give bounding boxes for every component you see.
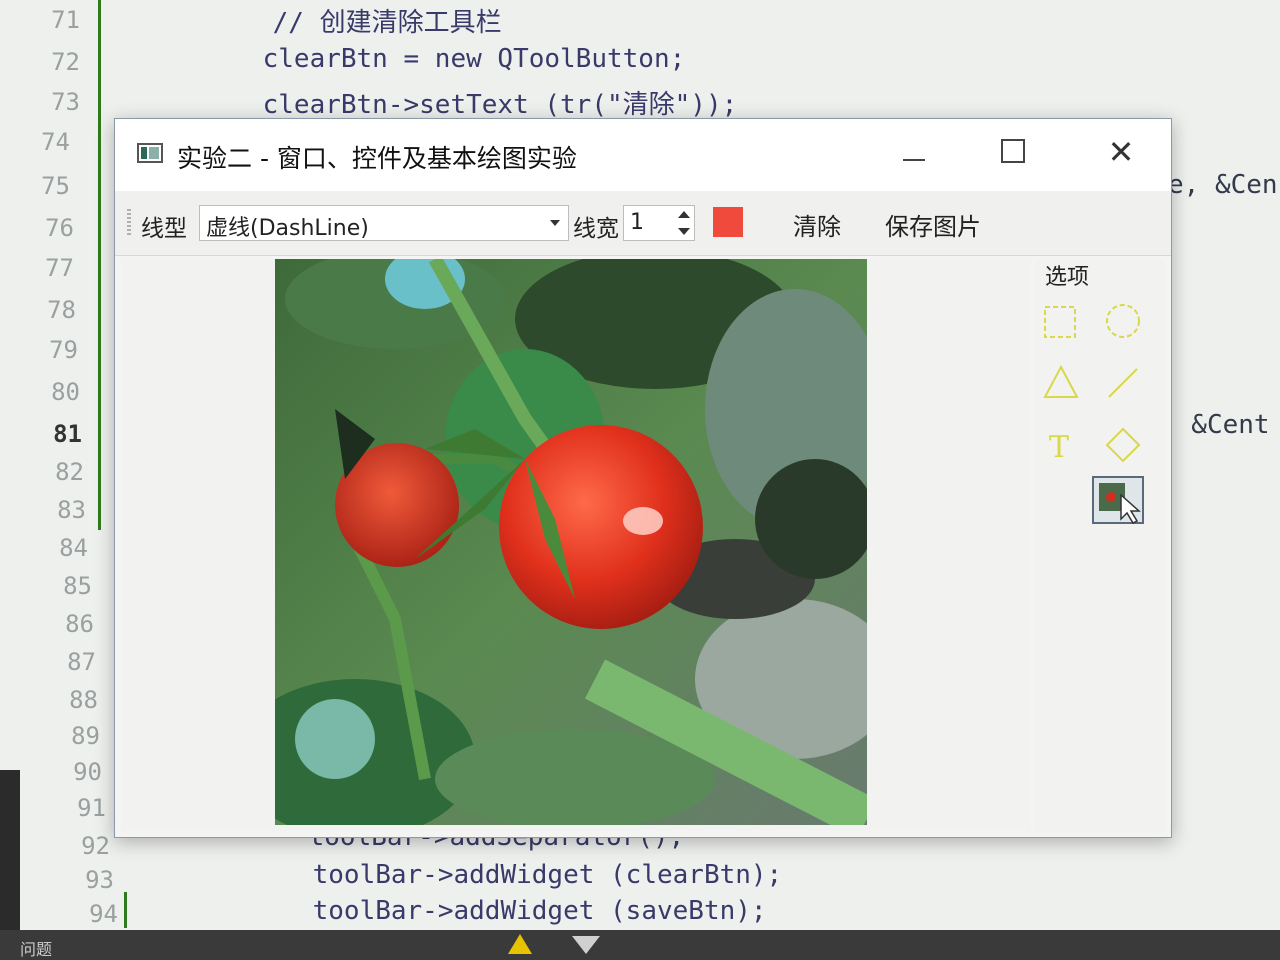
code-line: 93 toolBar->addWidget (clearBtn);	[0, 860, 1280, 896]
toolbar-grip-icon[interactable]	[127, 209, 131, 237]
code-text: clearBtn->setText (tr("清除"));	[200, 90, 738, 120]
line-number: 86	[65, 610, 94, 638]
line-number: 89	[71, 722, 100, 750]
line-number: 75	[41, 172, 70, 200]
triangle-tool-button[interactable]	[1039, 361, 1083, 405]
line-number: 94	[89, 900, 118, 928]
spin-down-icon[interactable]	[678, 228, 690, 235]
code-line: 73 clearBtn->setText (tr("清除"));	[0, 84, 1280, 120]
dock-title: 选项	[1045, 265, 1090, 290]
maximize-button[interactable]	[983, 129, 1043, 175]
line-number: 80	[51, 378, 80, 406]
code-text: // 创建清除工具栏	[210, 8, 502, 38]
line-icon	[1108, 368, 1138, 398]
side-panel-edge	[0, 770, 20, 930]
line-number: 77	[45, 254, 74, 282]
linewidth-spinbox[interactable]: 1	[623, 205, 695, 241]
ellipse-icon	[1106, 304, 1140, 338]
code-line: 72 clearBtn = new QToolButton;	[0, 44, 1280, 80]
spin-up-icon[interactable]	[678, 211, 690, 218]
code-fragment: e, &Cen	[1168, 170, 1278, 200]
warning-icon[interactable]	[508, 934, 532, 954]
rectangle-tool-button[interactable]	[1039, 299, 1083, 343]
line-number: 90	[73, 758, 102, 786]
line-number: 74	[41, 128, 70, 156]
options-dock: 选项 T	[1035, 259, 1165, 833]
minimize-icon	[903, 159, 925, 161]
save-image-button[interactable]: 保存图片	[881, 207, 985, 242]
code-line: 71 // 创建清除工具栏	[0, 2, 1280, 38]
linetype-value: 虚线(DashLine)	[206, 216, 369, 241]
line-number: 72	[51, 48, 80, 76]
line-number: 91	[77, 794, 106, 822]
line-number: 81	[53, 420, 82, 448]
rectangle-icon	[1044, 306, 1076, 338]
tomato-photo	[275, 259, 867, 825]
line-number: 85	[63, 572, 92, 600]
tomato-image	[275, 259, 867, 825]
line-number: 76	[45, 214, 74, 242]
triangle-icon	[1043, 364, 1079, 398]
line-number: 71	[51, 6, 80, 34]
ellipse-tool-button[interactable]	[1101, 299, 1145, 343]
diamond-icon	[1105, 427, 1141, 463]
code-text: toolBar->addWidget (saveBtn);	[250, 896, 767, 926]
line-number: 73	[51, 88, 80, 116]
line-number: 92	[81, 832, 110, 860]
code-line: 94 toolBar->addWidget (saveBtn);	[0, 896, 1280, 932]
image-tool-button[interactable]	[1091, 475, 1147, 527]
toolbar: 线型 虚线(DashLine) 线宽 1 清除 保存图片	[115, 191, 1171, 256]
line-number: 88	[69, 686, 98, 714]
clear-button[interactable]: 清除	[789, 207, 845, 242]
color-button[interactable]	[713, 207, 743, 237]
text-tool-glyph: T	[1049, 430, 1069, 465]
text-icon: T	[1049, 430, 1069, 465]
line-number: 84	[59, 534, 88, 562]
filter-icon[interactable]	[572, 936, 600, 954]
minimize-button[interactable]	[885, 129, 945, 175]
app-icon	[137, 143, 163, 163]
line-number: 93	[85, 866, 114, 894]
code-fragment: , &Cent	[1160, 410, 1270, 440]
chevron-down-icon	[550, 220, 560, 226]
line-tool-button[interactable]	[1101, 361, 1145, 405]
linewidth-label: 线宽	[573, 216, 619, 242]
drawing-canvas[interactable]	[121, 259, 1031, 831]
code-text: clearBtn = new QToolButton;	[200, 44, 686, 74]
line-number: 79	[49, 336, 78, 364]
code-text: toolBar->addWidget (clearBtn);	[250, 860, 783, 890]
line-number: 78	[47, 296, 76, 324]
line-number: 83	[57, 496, 86, 524]
status-text[interactable]: 问题	[20, 936, 52, 960]
status-bar: 问题	[0, 930, 1280, 960]
window-title: 实验二 - 窗口、控件及基本绘图实验	[177, 144, 577, 173]
title-bar[interactable]: 实验二 - 窗口、控件及基本绘图实验 ✕	[115, 119, 1171, 191]
maximize-icon	[1001, 139, 1025, 163]
linetype-select[interactable]: 虚线(DashLine)	[199, 205, 569, 241]
text-tool-button[interactable]: T	[1039, 423, 1083, 467]
diamond-tool-button[interactable]	[1101, 423, 1145, 467]
line-number: 87	[67, 648, 96, 676]
image-icon	[1092, 476, 1144, 524]
close-button[interactable]: ✕	[1091, 129, 1151, 175]
linetype-label: 线型	[141, 216, 187, 242]
linewidth-value: 1	[630, 210, 644, 235]
line-number: 82	[55, 458, 84, 486]
app-window: 实验二 - 窗口、控件及基本绘图实验 ✕ 线型 虚线(DashLine) 线宽 …	[114, 118, 1172, 838]
